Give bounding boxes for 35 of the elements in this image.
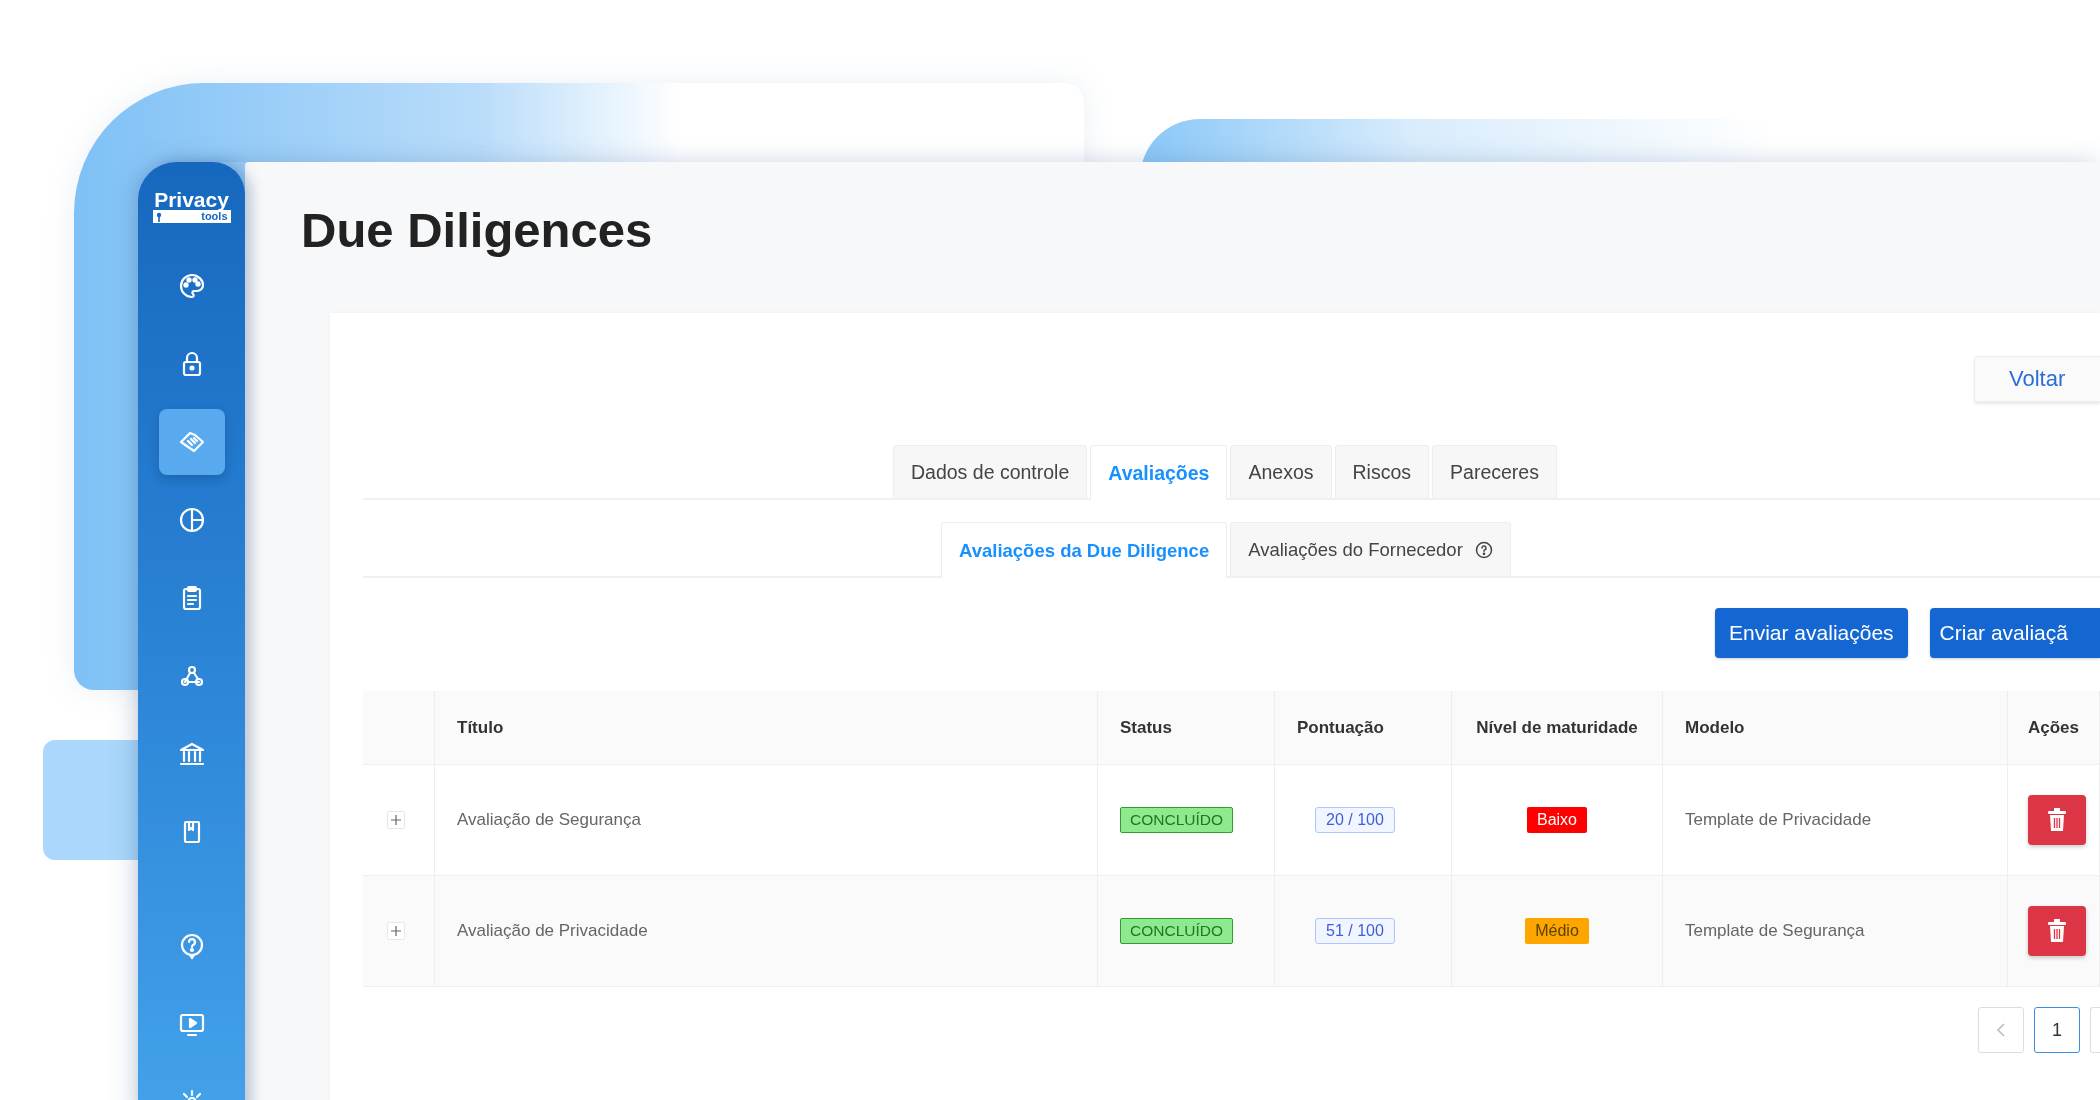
sidebar-item[interactable] bbox=[158, 409, 225, 475]
delete-button[interactable] bbox=[2028, 795, 2086, 845]
action-button[interactable]: Enviar avaliações bbox=[1715, 608, 1908, 658]
action-button[interactable]: Criar avaliaçã bbox=[1929, 608, 2100, 658]
expand-icon[interactable] bbox=[387, 811, 405, 829]
tab[interactable]: Dados de controle bbox=[893, 445, 1088, 498]
column-header: Nível de maturidade bbox=[1476, 717, 1638, 738]
maturity-tag: Baixo bbox=[1527, 807, 1587, 833]
table-cell: Avaliação de Segurança bbox=[457, 810, 641, 830]
tab[interactable]: Riscos bbox=[1334, 445, 1430, 498]
chevron-left-icon bbox=[1996, 1023, 2006, 1037]
tab[interactable]: Pareceres bbox=[1432, 445, 1557, 498]
column-header: Pontuação bbox=[1297, 717, 1384, 738]
status-tag: CONCLUÍDO bbox=[1120, 918, 1233, 944]
page-button[interactable]: 1 bbox=[2034, 1007, 2080, 1053]
delete-button[interactable] bbox=[2028, 906, 2086, 956]
column-header: Ações bbox=[2028, 717, 2079, 738]
score-tag: 51 / 100 bbox=[1315, 918, 1395, 944]
trash-icon bbox=[2046, 919, 2068, 943]
expand-icon[interactable] bbox=[387, 922, 405, 940]
table-cell: Avaliação de Privacidade bbox=[457, 921, 648, 941]
maturity-tag: Médio bbox=[1525, 918, 1589, 944]
back-button[interactable]: Voltar bbox=[1974, 356, 2100, 402]
score-tag: 20 / 100 bbox=[1315, 807, 1395, 833]
status-tag: CONCLUÍDO bbox=[1120, 807, 1233, 833]
column-header: Título bbox=[457, 717, 504, 738]
page-title: Due Diligences bbox=[301, 202, 654, 259]
column-header: Modelo bbox=[1685, 717, 1745, 738]
table-cell: Template de Privacidade bbox=[1685, 810, 1872, 830]
column-header: Status bbox=[1120, 717, 1172, 738]
trash-icon bbox=[2046, 808, 2068, 832]
table-cell: Template de Segurança bbox=[1685, 921, 1865, 941]
tab[interactable]: Anexos bbox=[1230, 445, 1332, 498]
logo-tagline: tools bbox=[201, 210, 228, 223]
tab[interactable]: Avaliações do Fornecedor bbox=[1230, 522, 1511, 576]
